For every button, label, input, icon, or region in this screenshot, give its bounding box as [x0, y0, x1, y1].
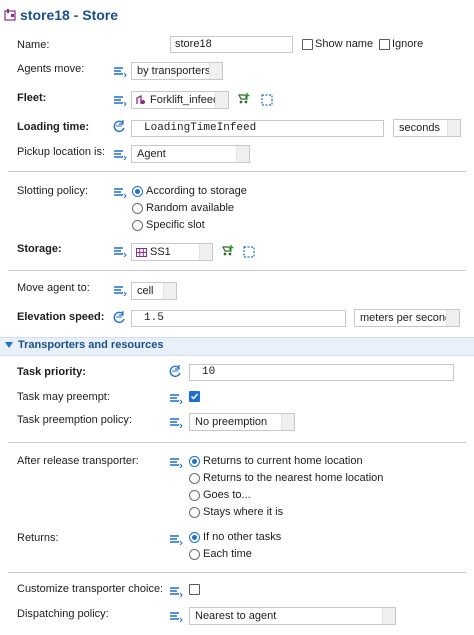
divider [8, 442, 466, 443]
after-release-label: After release transporter: [17, 455, 139, 467]
name-input[interactable]: store18 [170, 36, 293, 53]
pickup-location-select[interactable]: Agent [131, 145, 250, 163]
static-value-icon[interactable] [169, 457, 183, 468]
loading-time-unit: seconds [399, 122, 440, 134]
task-preemption-policy-value: No preemption [195, 416, 268, 428]
dynamic-value-icon[interactable] [167, 364, 183, 378]
slotting-option-radio[interactable] [132, 203, 143, 214]
after-release-option-label: Stays where it is [203, 506, 284, 518]
name-label: Name: [17, 39, 50, 51]
show-name-checkbox[interactable] [302, 39, 313, 50]
returns-label: Returns: [17, 532, 59, 544]
after-release-option-radio[interactable] [189, 507, 200, 518]
create-fleet-icon[interactable] [237, 92, 251, 106]
elevation-speed-unit-select[interactable]: meters per second [354, 309, 460, 327]
ignore-label: Ignore [392, 38, 424, 50]
loading-time-unit-select[interactable]: seconds [393, 119, 461, 137]
storage-label: Storage: [17, 243, 62, 255]
after-release-option-label: Returns to current home location [203, 455, 363, 467]
loading-time-input[interactable]: LoadingTimeInfeed [131, 120, 384, 137]
slotting-policy-label: Slotting policy: [17, 185, 88, 197]
after-release-option-radio[interactable] [189, 456, 200, 467]
static-value-icon[interactable] [169, 586, 183, 597]
section-title: Transporters and resources [18, 339, 164, 351]
static-value-icon[interactable] [113, 246, 127, 257]
divider [8, 572, 466, 573]
move-agent-to-select[interactable]: cell [131, 282, 177, 300]
ignore-checkbox[interactable] [379, 39, 390, 50]
returns-option-radio[interactable] [189, 532, 200, 543]
customize-choice-label: Customize transporter choice: [17, 583, 164, 595]
collapse-arrow-icon[interactable] [5, 342, 13, 349]
dispatching-policy-select[interactable]: Nearest to agent [189, 607, 396, 625]
task-priority-input[interactable]: 10 [189, 364, 454, 381]
task-preemption-policy-label: Task preemption policy: [17, 414, 132, 426]
slotting-option-radio[interactable] [132, 186, 143, 197]
agents-move-value: by transporters [137, 65, 211, 77]
checkmark-icon [190, 393, 199, 400]
storage-rack-icon [136, 248, 147, 257]
select-on-canvas-icon[interactable] [243, 246, 255, 258]
static-value-icon[interactable] [169, 393, 183, 404]
fleet-label: Fleet: [17, 92, 47, 104]
static-value-icon[interactable] [169, 417, 183, 428]
slotting-option-label: Specific slot [146, 219, 205, 231]
after-release-option-label: Returns to the nearest home location [203, 472, 384, 484]
dynamic-value-icon[interactable] [111, 119, 127, 133]
create-storage-icon[interactable] [221, 244, 235, 258]
divider [8, 171, 466, 172]
static-value-icon[interactable] [113, 149, 127, 160]
task-priority-label: Task priority: [17, 366, 86, 378]
static-value-icon[interactable] [113, 66, 127, 77]
elevation-speed-unit: meters per second [360, 312, 452, 324]
store-block-icon [4, 9, 16, 21]
returns-option-label: If no other tasks [203, 531, 282, 543]
returns-option-radio[interactable] [189, 549, 200, 560]
after-release-option-radio[interactable] [189, 490, 200, 501]
slotting-option-label: Random available [146, 202, 235, 214]
show-name-label: Show name [315, 38, 374, 50]
fleet-value: Forklift_infeed [150, 94, 220, 106]
loading-time-label: Loading time: [17, 121, 90, 133]
after-release-option-radio[interactable] [189, 473, 200, 484]
move-agent-to-label: Move agent to: [17, 282, 90, 294]
static-value-icon[interactable] [169, 534, 183, 545]
fleet-select[interactable]: Forklift_infeed [131, 91, 229, 109]
transporter-fleet-icon [136, 95, 145, 104]
pickup-location-value: Agent [137, 148, 166, 160]
slotting-option-label: According to storage [146, 185, 247, 197]
static-value-icon[interactable] [113, 95, 127, 106]
agents-move-label: Agents move: [17, 63, 85, 75]
select-on-canvas-icon[interactable] [261, 94, 273, 106]
dynamic-value-icon[interactable] [111, 310, 127, 324]
divider [8, 270, 466, 271]
task-preemption-policy-select[interactable]: No preemption [189, 413, 295, 431]
window-title: store18 - Store [20, 7, 119, 23]
static-value-icon[interactable] [113, 187, 127, 198]
elevation-speed-label: Elevation speed: [17, 311, 105, 323]
customize-choice-checkbox[interactable] [189, 584, 200, 595]
elevation-speed-input[interactable]: 1.5 [131, 310, 346, 327]
after-release-option-label: Goes to... [203, 489, 251, 501]
dispatching-policy-value: Nearest to agent [195, 610, 277, 622]
dispatching-policy-label: Dispatching policy: [17, 608, 109, 620]
pickup-location-label: Pickup location is: [17, 146, 106, 158]
static-value-icon[interactable] [169, 611, 183, 622]
agents-move-select[interactable]: by transporters [131, 62, 223, 80]
slotting-option-radio[interactable] [132, 220, 143, 231]
static-value-icon[interactable] [113, 285, 127, 296]
returns-option-label: Each time [203, 548, 252, 560]
task-may-preempt-label: Task may preempt: [17, 391, 110, 403]
storage-value: SS1 [150, 246, 171, 258]
move-agent-to-value: cell [137, 285, 154, 297]
storage-select[interactable]: SS1 [131, 243, 213, 261]
